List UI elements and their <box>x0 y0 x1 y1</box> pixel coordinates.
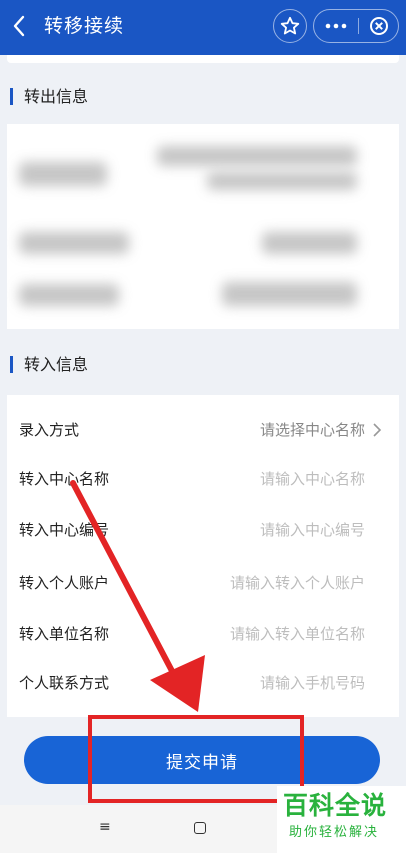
form-row-center-number: 转入中心编号 请输入中心编号 <box>7 505 399 555</box>
more-dots-icon <box>325 23 347 29</box>
close-button[interactable] <box>359 10 399 42</box>
favorite-button[interactable] <box>273 9 307 43</box>
section-title: 转出信息 <box>24 87 89 106</box>
form-row-entry-method[interactable]: 录入方式 请选择中心名称 <box>7 405 399 455</box>
blurred-text <box>222 282 357 306</box>
blurred-text <box>19 232 129 254</box>
transfer-out-header: 转出信息 <box>0 77 406 117</box>
page-title: 转移接续 <box>44 15 125 37</box>
form-row-company-name: 转入单位名称 请输入转入单位名称 <box>7 609 399 659</box>
center-number-input[interactable]: 请输入中心编号 <box>260 518 365 542</box>
form-row-center-name: 转入中心名称 请输入中心名称 <box>7 454 399 504</box>
entry-method-select[interactable]: 请选择中心名称 <box>260 418 365 442</box>
row-label: 转入中心编号 <box>19 521 110 539</box>
app-header: 转移接续 <box>0 0 406 55</box>
form-row-personal-account: 转入个人账户 请输入转入个人账户 <box>7 558 399 608</box>
star-icon <box>280 16 300 35</box>
form-row-contact: 个人联系方式 请输入手机号码 <box>7 658 399 708</box>
section-accent-bar <box>10 356 13 373</box>
center-name-input[interactable]: 请输入中心名称 <box>260 467 365 491</box>
transfer-out-card-blurred <box>7 124 399 329</box>
phone-input[interactable]: 请输入手机号码 <box>260 671 365 695</box>
submit-button[interactable]: 提交申请 <box>24 736 380 784</box>
back-button[interactable] <box>8 12 32 40</box>
company-name-input[interactable]: 请输入转入单位名称 <box>230 622 365 646</box>
chevron-right-icon <box>373 423 382 437</box>
back-arrow-icon <box>13 15 25 37</box>
blurred-text <box>19 162 107 186</box>
watermark-subtitle: 助你轻松解决 <box>289 825 380 840</box>
row-label: 录入方式 <box>19 421 80 439</box>
more-button[interactable] <box>314 10 358 42</box>
mini-program-capsule <box>313 9 399 43</box>
section-accent-bar <box>10 88 13 105</box>
blurred-text <box>157 146 357 166</box>
personal-account-input[interactable]: 请输入转入个人账户 <box>230 571 365 595</box>
close-circle-icon <box>370 17 388 35</box>
home-icon[interactable] <box>194 822 206 834</box>
blurred-text <box>19 284 119 306</box>
menu-icon[interactable]: ≡ <box>99 819 111 835</box>
section-title: 转入信息 <box>24 355 89 374</box>
transfer-in-form: 录入方式 请选择中心名称 转入中心名称 请输入中心名称 转入中心编号 请输入中心… <box>7 395 399 717</box>
watermark-title: 百科全说 <box>283 791 388 820</box>
row-label: 转入中心名称 <box>19 470 110 488</box>
transfer-in-header: 转入信息 <box>0 345 406 385</box>
row-label: 转入单位名称 <box>19 625 110 643</box>
watermark-logo: 百科全说 助你轻松解决 <box>277 786 406 853</box>
row-label: 转入个人账户 <box>19 574 110 592</box>
row-label: 个人联系方式 <box>19 674 110 692</box>
top-card-edge <box>7 55 399 63</box>
blurred-text <box>207 172 357 190</box>
blurred-text <box>262 232 357 254</box>
